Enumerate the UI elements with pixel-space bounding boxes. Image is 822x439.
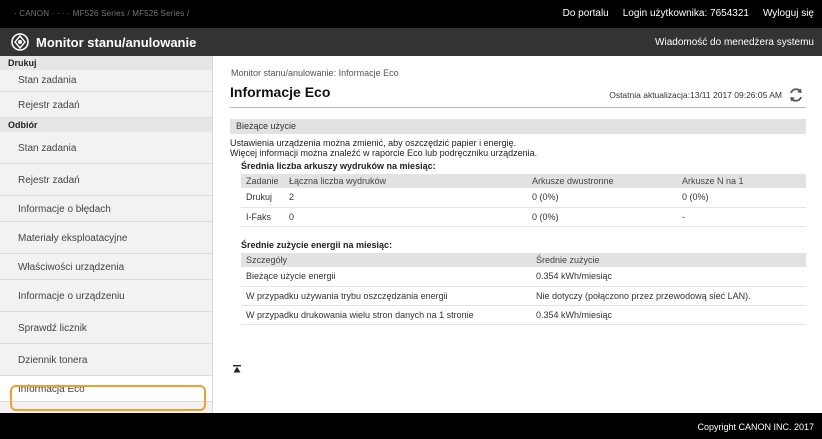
table-cell: 0 (0%) — [527, 207, 677, 227]
table-cell: 0 (0%) — [677, 188, 806, 208]
table-row: W przypadku drukowania wielu stron danyc… — [241, 305, 806, 325]
column-header: Arkusze dwustronne — [527, 174, 677, 188]
title-bar: Monitor stanu/anulowanie Wiadomość do me… — [0, 28, 822, 56]
login-user: 7654321 — [710, 8, 749, 19]
table-cell: W przypadku używania trybu oszczędzania … — [241, 286, 531, 306]
table-cell: 0.354 kWh/miesiąc — [531, 267, 806, 287]
sidebar-item-print-job-status[interactable]: Stan zadania — [0, 70, 212, 92]
column-header: Średnie zużycie — [531, 253, 806, 267]
sidebar-item-consumables[interactable]: Materiały eksploatacyjne — [0, 222, 212, 254]
remote-ui-logo-icon — [11, 33, 29, 51]
breadcrumb: Monitor stanu/anulowanie: Informacje Eco — [231, 68, 399, 78]
sidebar-item-device-features[interactable]: Właściwości urządzenia — [0, 254, 212, 280]
page-title: Informacje Eco — [230, 84, 331, 100]
footer: Copyright CANON INC. 2017 — [0, 413, 822, 439]
refresh-icon[interactable] — [788, 87, 804, 103]
app-title: Monitor stanu/anulowanie — [36, 35, 197, 50]
energy-table: Szczegóły Średnie zużycie Bieżące użycie… — [241, 253, 806, 325]
logout-link[interactable]: Wyloguj się — [763, 8, 814, 19]
login-label: Login użytkownika: — [622, 8, 708, 19]
sidebar-group-print: Drukuj — [0, 56, 212, 70]
table-cell: Drukuj — [241, 188, 284, 208]
sidebar-item-receive-job-log[interactable]: Rejestr zadań — [0, 164, 212, 196]
table-row: Drukuj 2 0 (0%) 0 (0%) — [241, 188, 806, 208]
table-row: I-Faks 0 0 (0%) - — [241, 207, 806, 227]
table-row: Bieżące użycie energii 0.354 kWh/miesiąc — [241, 267, 806, 287]
table-cell: 0 — [284, 207, 527, 227]
description-line-2: Więcej informacji można znaleźć w raporc… — [230, 148, 538, 158]
sidebar: Drukuj Stan zadania Rejestr zadań Odbiór… — [0, 56, 213, 413]
sidebar-item-toner-log[interactable]: Dziennik tonera — [0, 344, 212, 376]
title-divider — [230, 107, 806, 108]
table-cell: W przypadku drukowania wielu stron danyc… — [241, 305, 531, 325]
table-cell: 0 (0%) — [527, 188, 677, 208]
description-line-1: Ustawienia urządzenia można zmienić, aby… — [230, 138, 517, 148]
table-cell: 2 — [284, 188, 527, 208]
column-header: Arkusze N na 1 — [677, 174, 806, 188]
table-cell: 0.354 kWh/miesiąc — [531, 305, 806, 325]
sidebar-item-print-job-log[interactable]: Rejestr zadań — [0, 92, 212, 118]
message-to-admin-link[interactable]: Wiadomość do menedżera systemu — [655, 37, 814, 48]
energy-heading: Średnie zużycie energii na miesiąc: — [241, 240, 393, 250]
sheets-heading: Średnia liczba arkuszy wydruków na miesi… — [241, 161, 436, 171]
sidebar-group-receive: Odbiór — [0, 118, 212, 132]
top-bar: · CANON · · · · MF526 Series / MF526 Ser… — [0, 0, 822, 28]
top-bar-links: Do portalu Login użytkownika: 7654321 Wy… — [563, 8, 814, 19]
portal-link[interactable]: Do portalu — [563, 8, 609, 19]
sheets-table: Zadanie Łączna liczba wydruków Arkusze d… — [241, 174, 806, 227]
sidebar-item-check-counter[interactable]: Sprawdź licznik — [0, 312, 212, 344]
column-header: Szczegóły — [241, 253, 531, 267]
section-header-current-usage: Bieżące użycie — [230, 119, 806, 134]
column-header: Łączna liczba wydruków — [284, 174, 527, 188]
table-cell: Nie dotyczy (połączono przez przewodową … — [531, 286, 806, 306]
table-cell: I-Faks — [241, 207, 284, 227]
table-header-row: Szczegóły Średnie zużycie — [241, 253, 806, 267]
main-content: Monitor stanu/anulowanie: Informacje Eco… — [219, 56, 818, 413]
table-header-row: Zadanie Łączna liczba wydruków Arkusze d… — [241, 174, 806, 188]
selected-item-highlight — [10, 385, 206, 411]
table-row: W przypadku używania trybu oszczędzania … — [241, 286, 806, 306]
copyright-text: Copyright CANON INC. 2017 — [697, 422, 814, 432]
device-name: · CANON · · · · MF526 Series / MF526 Ser… — [14, 9, 190, 18]
login-info: Login użytkownika: 7654321 — [623, 8, 749, 19]
table-cell: Bieżące użycie energii — [241, 267, 531, 287]
sidebar-item-receive-job-status[interactable]: Stan zadania — [0, 132, 212, 164]
sidebar-item-device-info[interactable]: Informacje o urządzeniu — [0, 280, 212, 312]
scroll-to-top-icon[interactable] — [233, 365, 241, 373]
column-header: Zadanie — [241, 174, 284, 188]
description-text: Ustawienia urządzenia można zmienić, aby… — [230, 138, 537, 158]
last-update-text: Ostatnia aktualizacja:13/11 2017 09:26:0… — [609, 90, 782, 100]
table-cell: - — [677, 207, 806, 227]
sidebar-item-error-info[interactable]: Informacje o błędach — [0, 196, 212, 222]
